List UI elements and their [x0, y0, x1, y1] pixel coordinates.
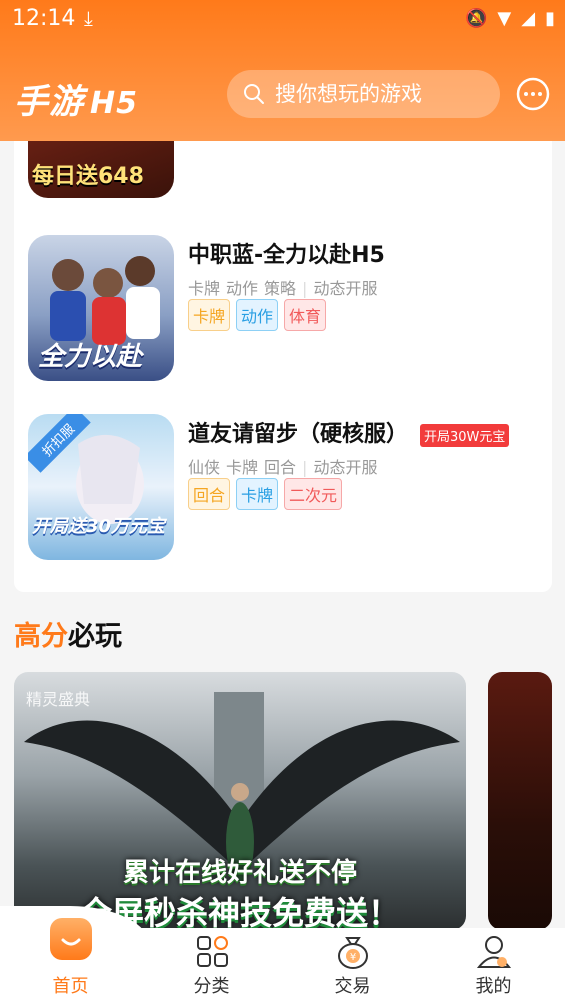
tag: 体育: [284, 299, 327, 331]
game-meta: 卡牌 动作 策略 | 动态开服: [188, 275, 383, 299]
tag: 卡牌: [236, 478, 279, 510]
svg-text:¥: ¥: [349, 952, 355, 963]
nav-label: 首页: [52, 976, 89, 997]
server-status-text: 动态开服: [313, 279, 378, 298]
featured-banner[interactable]: 精灵盛典 累计在线好礼送不停 全屏秒杀神技免费送！: [14, 672, 466, 930]
section-title: 高分必玩: [14, 614, 122, 653]
nav-label: 分类: [193, 976, 230, 997]
category-text: 卡牌: [188, 279, 221, 298]
status-bar: 12:14 ⤓ 🔕 ▼ ◢ ▮: [0, 0, 565, 40]
home-smile-icon: [61, 938, 81, 946]
game-name: 中职蓝-全力以赴H5: [188, 237, 385, 269]
status-icons: 🔕 ▼ ◢ ▮: [465, 8, 555, 29]
tag: 动作: [236, 299, 279, 331]
search-icon: [244, 84, 264, 104]
search-input[interactable]: [275, 82, 485, 106]
app-root: 12:14 ⤓ 🔕 ▼ ◢ ▮ 手游 H5 搜你想玩的游戏 每日送648 全力以…: [0, 0, 565, 1004]
nav-label: 我的: [475, 976, 512, 997]
nav-label: 交易: [334, 976, 371, 997]
message-icon[interactable]: [515, 76, 551, 112]
app-logo[interactable]: 手游 H5: [14, 74, 138, 123]
server-status-text: 动态开服: [313, 458, 378, 477]
category-text: 仙侠: [188, 458, 221, 477]
game-name-text: 道友请留步（硬核服）: [188, 422, 409, 447]
tag: 回合: [188, 478, 231, 510]
wifi-icon: ▼: [497, 8, 512, 29]
promo-badge: 开局30W元宝: [420, 423, 510, 447]
nav-item-profile[interactable]: 我的: [423, 928, 564, 1004]
list-item[interactable]: 全力以赴 中职蓝-全力以赴H5 卡牌 动作 策略 | 动态开服 卡牌 动作 体育: [28, 235, 538, 385]
banner-headline-1: 累计在线好礼送不停: [122, 858, 357, 888]
game-thumbnail: 折扣服 开局送30万元宝: [28, 414, 174, 560]
signal-icon: ◢: [521, 8, 536, 29]
tag: 卡牌: [188, 299, 231, 331]
game-list-card: 每日送648 全力以赴 中职蓝-全力以赴H5 卡牌 动作 策略 | 动态开服 卡…: [14, 52, 552, 592]
download-icon: ⤓: [84, 6, 93, 30]
category-text: 动作: [226, 279, 259, 298]
category-text: 策略: [264, 279, 297, 298]
tag-list: 回合 卡牌 二次元: [188, 478, 343, 510]
profile-icon: [476, 936, 511, 968]
trade-money-bag-icon: ¥: [337, 937, 368, 969]
notification-off-icon: 🔕: [464, 8, 488, 29]
search-bar[interactable]: [227, 70, 500, 118]
top-header: 12:14 ⤓ 🔕 ▼ ◢ ▮ 手游 H5: [0, 0, 565, 141]
game-thumbnail: 全力以赴: [28, 235, 174, 381]
tag: 二次元: [284, 478, 343, 510]
thumb-text: 全力以赴: [38, 342, 143, 372]
list-item[interactable]: 折扣服 开局送30万元宝 道友请留步（硬核服） 开局30W元宝 仙侠 卡牌 回合 | 动态…: [28, 414, 538, 564]
logo-text: 手游: [14, 82, 84, 122]
nav-item-category[interactable]: 分类: [141, 928, 282, 1004]
tag-list: 卡牌 动作 体育: [188, 299, 327, 331]
featured-banner-next[interactable]: [488, 672, 552, 930]
game-name-text: 中职蓝-全力以赴H5: [188, 243, 385, 268]
nav-item-trade[interactable]: ¥ 交易: [282, 928, 423, 1004]
category-text: 回合: [264, 458, 297, 477]
category-text: 卡牌: [226, 458, 259, 477]
thumb-text: 开局送30万元宝: [32, 516, 166, 537]
game-meta: 仙侠 卡牌 回合 | 动态开服: [188, 454, 383, 478]
thumb-text: 每日送648: [32, 164, 144, 189]
status-time: 12:14: [12, 6, 76, 31]
category-icon: [196, 936, 228, 967]
battery-icon: ▮: [545, 8, 555, 29]
game-name: 道友请留步（硬核服） 开局30W元宝: [188, 416, 510, 448]
banner-caption: 精灵盛典: [26, 690, 91, 709]
divider: |: [302, 458, 308, 477]
section-title-accent: 高分: [14, 621, 68, 652]
divider: |: [302, 279, 308, 298]
section-title-rest: 必玩: [68, 621, 122, 652]
home-icon[interactable]: [50, 918, 92, 960]
logo-h5-text: H5: [90, 86, 138, 121]
